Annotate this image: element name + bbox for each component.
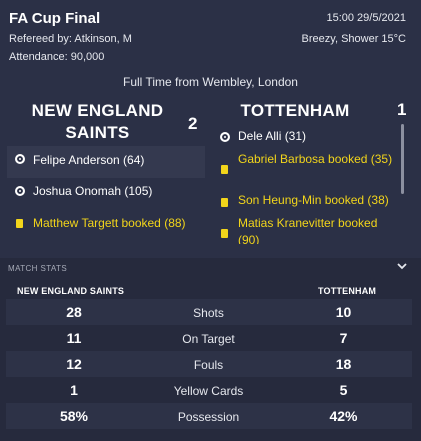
stat-away-value: 5 <box>339 382 348 398</box>
match-title: FA Cup Final <box>9 10 101 27</box>
yellow-card-icon <box>221 165 228 174</box>
stats-home-header: NEW ENGLAND SAINTS <box>17 286 125 296</box>
yellow-card-icon <box>16 219 23 228</box>
stat-label: Fouls <box>193 358 224 372</box>
away-score: 1 <box>397 100 407 119</box>
home-event-goal[interactable]: Joshua Onomah (105) <box>33 183 152 200</box>
stat-away-value: 7 <box>339 330 348 346</box>
stats-away-header: TOTTENHAM <box>318 286 377 296</box>
ball-icon <box>15 154 25 164</box>
stat-home-value: 11 <box>66 330 82 346</box>
home-event-goal[interactable]: Felipe Anderson (64) <box>33 152 144 169</box>
stat-label: Yellow Cards <box>173 384 244 398</box>
ball-icon <box>220 132 230 142</box>
away-events-list[interactable]: Dele Alli (31) Gabriel Barbosa booked (3… <box>214 126 404 244</box>
away-team-name[interactable]: TOTTENHAM <box>225 100 365 122</box>
away-event-booking[interactable]: Gabriel Barbosa booked (35) <box>238 151 398 168</box>
away-event-goal[interactable]: Dele Alli (31) <box>238 128 398 145</box>
stat-row: 28 Shots 10 <box>6 299 412 325</box>
stat-home-value: 58% <box>59 408 89 424</box>
stat-home-value: 12 <box>66 356 82 372</box>
stat-label: Shots <box>193 306 224 320</box>
stat-home-value: 28 <box>66 304 82 320</box>
stat-home-value: 1 <box>70 382 78 398</box>
ball-icon <box>15 186 25 196</box>
home-event-booking[interactable]: Matthew Targett booked (88) <box>33 215 186 232</box>
stat-label: Possession <box>177 410 240 424</box>
attendance-text: Attendance: 90,000 <box>9 51 105 63</box>
stat-row: 11 On Target 7 <box>6 325 412 351</box>
home-team-name[interactable]: NEW ENGLAND SAINTS <box>10 100 185 144</box>
away-event-booking[interactable]: Matias Kranevitter booked (90) <box>238 215 398 244</box>
events-scrollbar[interactable] <box>401 124 404 194</box>
chevron-down-icon[interactable] <box>396 261 408 271</box>
stats-title: MATCH STATS <box>8 264 68 273</box>
stat-label: On Target <box>182 332 235 346</box>
stat-away-value: 42% <box>329 408 358 424</box>
result-line: Full Time from Wembley, London <box>123 75 298 89</box>
match-datetime: 15:00 29/5/2021 <box>326 12 406 24</box>
yellow-card-icon <box>221 198 228 207</box>
referee-text: Refereed by: Atkinson, M <box>9 33 132 45</box>
home-score: 2 <box>188 114 198 133</box>
away-event-booking[interactable]: Son Heung-Min booked (38) <box>238 192 404 209</box>
stat-row: 58% Possession 42% <box>6 403 412 429</box>
stat-row: 1 Yellow Cards 5 <box>6 377 412 403</box>
stat-row: 12 Fouls 18 <box>6 351 412 377</box>
yellow-card-icon <box>221 229 228 238</box>
weather-text: Breezy, Shower 15°C <box>301 33 406 45</box>
stat-away-value: 18 <box>335 356 352 372</box>
stat-away-value: 10 <box>335 304 352 320</box>
